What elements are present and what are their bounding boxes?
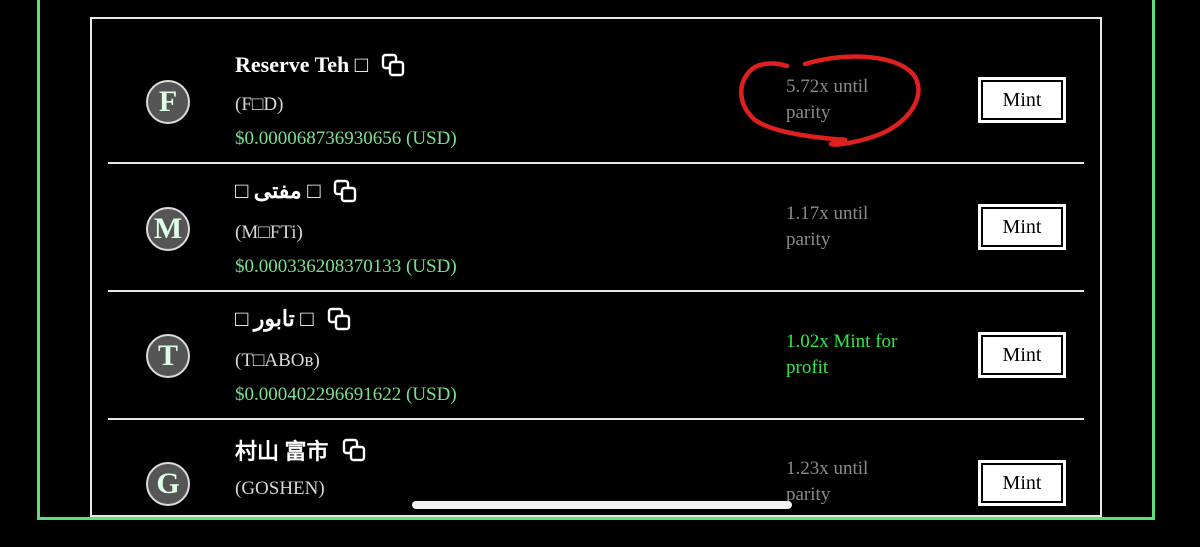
- token-row: F Reserve Teh □ (F□D) $0.000068736930656…: [108, 36, 1084, 163]
- home-indicator: [412, 501, 792, 509]
- parity-status-line1: 1.17x until: [786, 203, 869, 224]
- parity-status-line2: parity: [786, 229, 831, 250]
- token-symbol: (M□FTi): [235, 222, 303, 243]
- token-symbol: (T□ABOв): [235, 350, 320, 371]
- token-price: $0.000402296691622 (USD): [235, 384, 457, 405]
- parity-status: 1.02x Mint for profit: [786, 329, 926, 381]
- copy-icon[interactable]: [326, 306, 352, 332]
- parity-status: 1.17x until parity: [786, 201, 926, 253]
- parity-status-line2: profit: [786, 357, 829, 378]
- mint-button[interactable]: Mint: [978, 204, 1066, 250]
- token-symbol: (F□D): [235, 94, 284, 115]
- token-avatar: M: [146, 207, 190, 251]
- token-symbol: (GOSHEN): [235, 478, 325, 499]
- parity-status: 1.23x until parity: [786, 456, 926, 508]
- token-name-row: □ مفتی □: [235, 178, 358, 204]
- token-name: □ تابور □: [235, 306, 314, 331]
- copy-icon[interactable]: [341, 437, 367, 463]
- token-name-row: □ تابور □: [235, 306, 352, 332]
- token-price: $0.000068736930656 (USD): [235, 128, 457, 149]
- token-name: □ مفتی □: [235, 178, 321, 203]
- token-price: $0.000336208370133 (USD): [235, 256, 457, 277]
- token-row: G 村山 富市 (GOSHEN) 1.23x until parity Mint: [108, 420, 1084, 547]
- copy-icon[interactable]: [380, 52, 406, 78]
- token-name-row: Reserve Teh □: [235, 52, 406, 78]
- parity-status-line2: parity: [786, 484, 831, 505]
- token-avatar: F: [146, 80, 190, 124]
- parity-status-line1: 1.02x Mint for: [786, 331, 898, 352]
- token-avatar: T: [146, 334, 190, 378]
- token-name: 村山 富市: [235, 439, 329, 464]
- token-row: M □ مفتی □ (M□FTi) $0.000336208370133 (U…: [108, 164, 1084, 291]
- parity-status-line1: 5.72x until: [786, 76, 869, 97]
- token-name-row: 村山 富市: [235, 434, 367, 466]
- mint-button[interactable]: Mint: [978, 460, 1066, 506]
- parity-status-line2: parity: [786, 102, 831, 123]
- copy-icon[interactable]: [332, 178, 358, 204]
- mint-button[interactable]: Mint: [978, 332, 1066, 378]
- token-row: T □ تابور □ (T□ABOв) $0.000402296691622 …: [108, 292, 1084, 419]
- token-name: Reserve Teh □: [235, 52, 369, 77]
- parity-status-line1: 1.23x until: [786, 458, 869, 479]
- mint-button[interactable]: Mint: [978, 77, 1066, 123]
- parity-status: 5.72x until parity: [786, 74, 926, 126]
- token-avatar: G: [146, 462, 190, 506]
